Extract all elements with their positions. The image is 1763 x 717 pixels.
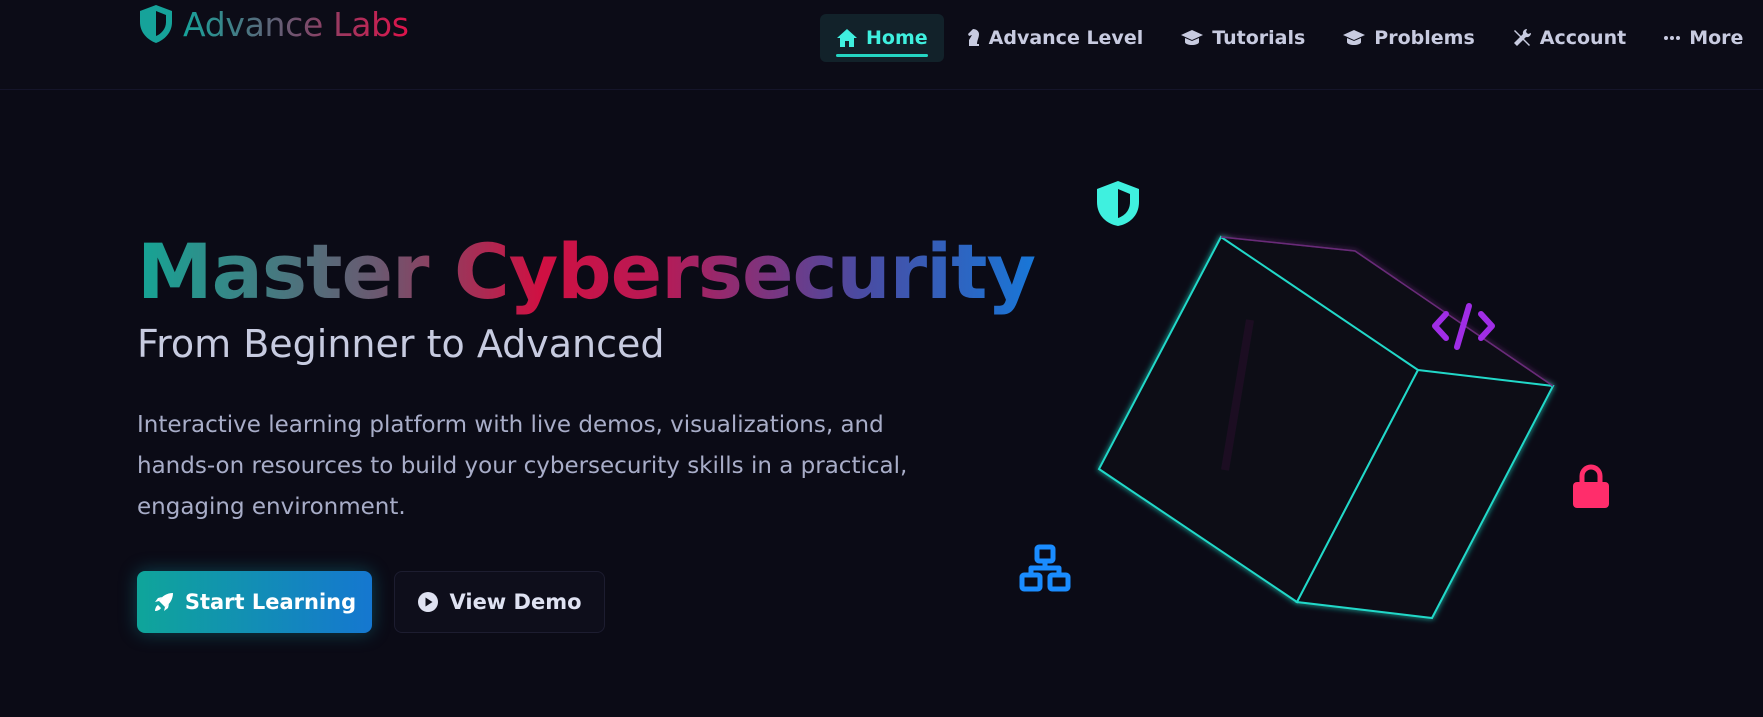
nav-home[interactable]: Home (820, 14, 944, 62)
wireframe-cube (1097, 235, 1555, 620)
brand-logo-link[interactable]: Advance Labs (137, 2, 409, 46)
nav-advance-level[interactable]: Advance Level (949, 14, 1160, 62)
ellipsis-icon (1664, 36, 1681, 40)
main-nav: Home Advance Level Tutorials Problems Ac… (820, 14, 1763, 62)
nav-problems-label: Problems (1374, 27, 1475, 49)
nav-problems[interactable]: Problems (1326, 14, 1490, 62)
nav-home-label: Home (866, 27, 928, 49)
network-icon (1019, 544, 1071, 592)
nav-account[interactable]: Account (1496, 14, 1642, 62)
hero-description: Interactive learning platform with live … (137, 412, 908, 520)
tools-icon (1513, 28, 1531, 46)
shield-icon (1097, 181, 1139, 226)
nav-more-label: More (1689, 27, 1744, 49)
nav-tutorials-label: Tutorials (1212, 27, 1306, 49)
rocket-icon (154, 593, 173, 611)
home-icon (837, 29, 857, 47)
graduation-cap-icon (1181, 30, 1204, 45)
hero-subtitle: From Beginner to Advanced (137, 322, 665, 366)
chess-knight-icon (967, 29, 979, 46)
lock-icon (1573, 464, 1609, 508)
code-icon (1432, 303, 1495, 350)
start-learning-label: Start Learning (184, 590, 357, 614)
nav-account-label: Account (1539, 27, 1627, 49)
start-learning-button[interactable]: Start Learning (137, 571, 372, 633)
top-navbar: Advance Labs Home Advance Level Tutorial… (0, 0, 1763, 90)
nav-more-dropdown[interactable]: More (1647, 14, 1763, 62)
play-circle-icon (418, 592, 439, 612)
view-demo-button[interactable]: View Demo (394, 571, 605, 633)
nav-tutorials[interactable]: Tutorials (1164, 14, 1321, 62)
brand-name: Advance Labs (183, 4, 409, 44)
hero-title: Master Cybersecurity (137, 222, 1036, 322)
graduation-cap-icon (1343, 30, 1366, 45)
nav-advance-level-label: Advance Level (988, 27, 1144, 49)
shield-icon (140, 5, 172, 43)
view-demo-label: View Demo (449, 590, 582, 614)
